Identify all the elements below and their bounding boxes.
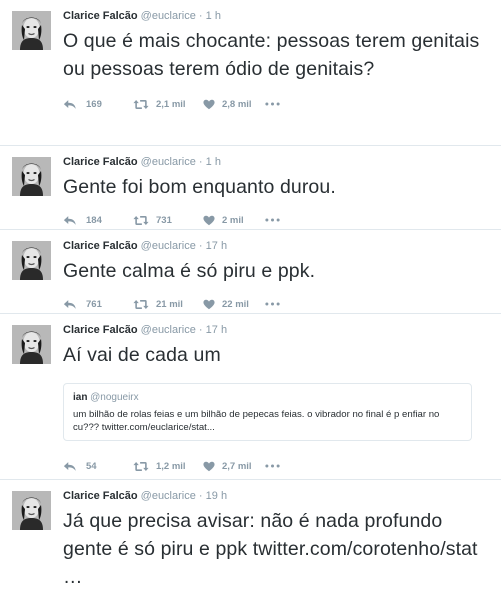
avatar[interactable]: [12, 11, 51, 50]
user-name[interactable]: Clarice Falcão: [63, 240, 138, 252]
retweet-icon: [133, 215, 149, 226]
more-icon: [265, 302, 280, 306]
timestamp[interactable]: 1 h: [206, 10, 221, 22]
retweet-count: 1,2 mil: [156, 460, 186, 472]
tweet[interactable]: Clarice Falcão @euclarice · 1 h Gente fo…: [0, 146, 501, 230]
separator: ·: [198, 324, 203, 336]
more-icon: [265, 218, 280, 222]
reply-icon: [63, 299, 77, 310]
reply-count: 54: [86, 460, 97, 472]
reply-count: 761: [86, 298, 102, 310]
tweet-header: Clarice Falcão @euclarice · 1 h: [63, 0, 491, 23]
separator: ·: [198, 10, 203, 22]
tweet-text: Gente calma é só piru e ppk.: [63, 260, 316, 282]
retweet-count: 731: [156, 214, 172, 226]
tweet[interactable]: Clarice Falcão @euclarice · 17 h Aí vai …: [0, 314, 501, 480]
more-icon: [265, 102, 280, 106]
tweet[interactable]: Clarice Falcão @euclarice · 19 h Já que …: [0, 480, 501, 600]
user-name[interactable]: Clarice Falcão: [63, 324, 138, 336]
tweet-actions: 184 731 2 mil: [63, 211, 491, 229]
heart-icon: [203, 99, 215, 110]
like-count: 2,8 mil: [222, 98, 252, 110]
avatar[interactable]: [12, 325, 51, 364]
tweet-header: Clarice Falcão @euclarice · 19 h: [63, 480, 491, 503]
reply-icon: [63, 215, 77, 226]
more-button[interactable]: [265, 102, 280, 106]
avatar[interactable]: [12, 491, 51, 530]
avatar[interactable]: [12, 241, 51, 280]
retweet-count: 21 mil: [156, 298, 183, 310]
reply-button[interactable]: 761: [63, 299, 133, 310]
like-count: 2,7 mil: [222, 460, 252, 472]
user-name[interactable]: Clarice Falcão: [63, 156, 138, 168]
tweet-header: Clarice Falcão @euclarice · 1 h: [63, 146, 491, 169]
more-icon: [265, 464, 280, 468]
tweet-text: O que é mais chocante: pessoas terem gen…: [63, 30, 480, 80]
separator: ·: [198, 156, 203, 168]
tweet-text: Já que precisa avisar: não é nada profun…: [63, 507, 488, 591]
user-handle[interactable]: @euclarice: [141, 490, 196, 502]
timeline: Clarice Falcão @euclarice · 1 h O que é …: [0, 0, 501, 600]
heart-icon: [203, 215, 215, 226]
quoted-tweet-text: um bilhão de rolas feias e um bilhão de …: [73, 409, 440, 433]
quoted-tweet[interactable]: ian @nogueirx um bilhão de rolas feias e…: [63, 383, 472, 441]
user-handle[interactable]: @euclarice: [141, 10, 196, 22]
separator: ·: [198, 490, 203, 502]
timestamp[interactable]: 17 h: [206, 240, 227, 252]
reply-count: 169: [86, 98, 102, 110]
heart-icon: [203, 299, 215, 310]
reply-icon: [63, 99, 77, 110]
reply-button[interactable]: 184: [63, 215, 133, 226]
user-name[interactable]: Clarice Falcão: [63, 490, 138, 502]
tweet[interactable]: Clarice Falcão @euclarice · 17 h Gente c…: [0, 230, 501, 314]
reply-count: 184: [86, 214, 102, 226]
user-handle[interactable]: @euclarice: [141, 156, 196, 168]
timestamp[interactable]: 19 h: [206, 490, 227, 502]
tweet-header: Clarice Falcão @euclarice · 17 h: [63, 314, 491, 337]
more-button[interactable]: [265, 464, 280, 468]
retweet-button[interactable]: 731: [133, 215, 203, 226]
tweet-actions: 169 2,1 mil 2,8 mil: [63, 95, 491, 113]
more-button[interactable]: [265, 302, 280, 306]
retweet-icon: [133, 461, 149, 472]
like-count: 22 mil: [222, 298, 249, 310]
tweet-actions: 54 1,2 mil 2,7 mil: [63, 457, 491, 475]
like-button[interactable]: 2,7 mil: [203, 461, 265, 472]
retweet-button[interactable]: 1,2 mil: [133, 461, 203, 472]
tweet-header: Clarice Falcão @euclarice · 17 h: [63, 230, 491, 253]
quoted-user-name: ian: [73, 392, 88, 403]
reply-button[interactable]: 169: [63, 99, 133, 110]
retweet-button[interactable]: 2,1 mil: [133, 99, 203, 110]
reply-button[interactable]: 54: [63, 461, 133, 472]
tweet-text: Aí vai de cada um: [63, 344, 221, 366]
heart-icon: [203, 461, 215, 472]
retweet-button[interactable]: 21 mil: [133, 299, 203, 310]
user-handle[interactable]: @euclarice: [141, 324, 196, 336]
reply-icon: [63, 461, 77, 472]
timestamp[interactable]: 17 h: [206, 324, 227, 336]
retweet-count: 2,1 mil: [156, 98, 186, 110]
tweet-actions: 761 21 mil 22 mil: [63, 295, 491, 313]
timestamp[interactable]: 1 h: [206, 156, 221, 168]
like-button[interactable]: 22 mil: [203, 299, 265, 310]
retweet-icon: [133, 299, 149, 310]
retweet-icon: [133, 99, 149, 110]
tweet[interactable]: Clarice Falcão @euclarice · 1 h O que é …: [0, 0, 501, 146]
like-button[interactable]: 2 mil: [203, 215, 265, 226]
separator: ·: [198, 240, 203, 252]
like-count: 2 mil: [222, 214, 244, 226]
like-button[interactable]: 2,8 mil: [203, 99, 265, 110]
quoted-user-handle: @nogueirx: [90, 392, 139, 403]
user-handle[interactable]: @euclarice: [141, 240, 196, 252]
avatar[interactable]: [12, 157, 51, 196]
more-button[interactable]: [265, 218, 280, 222]
tweet-text: Gente foi bom enquanto durou.: [63, 176, 336, 198]
user-name[interactable]: Clarice Falcão: [63, 10, 138, 22]
